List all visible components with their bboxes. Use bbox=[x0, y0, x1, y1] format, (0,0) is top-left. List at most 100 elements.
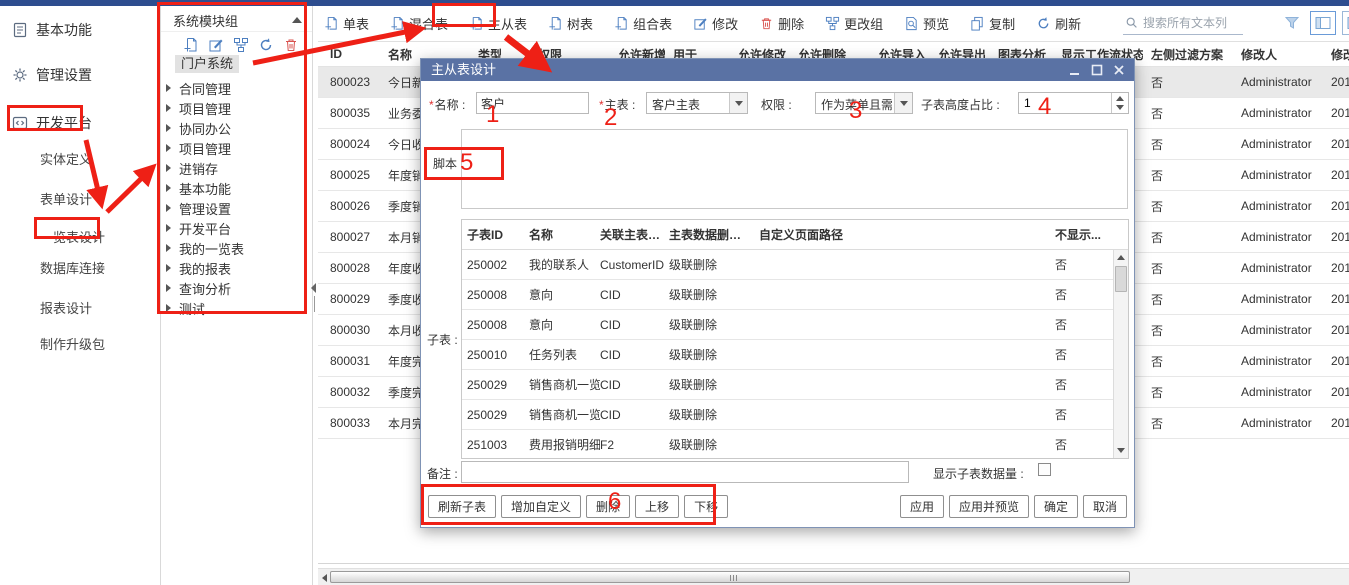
mixed-table-button[interactable]: 混合表 bbox=[390, 14, 448, 33]
delete-button[interactable]: 删除 bbox=[759, 14, 804, 33]
search-input[interactable] bbox=[1143, 13, 1241, 33]
subtable-column-header[interactable]: 子表ID bbox=[467, 226, 529, 243]
caret-right-icon[interactable] bbox=[166, 224, 171, 232]
subtable-column-header[interactable]: 主表数据删除时子表... bbox=[669, 226, 759, 243]
tree-item[interactable]: 开发平台 bbox=[161, 218, 312, 238]
move-down-button[interactable]: 下移 bbox=[684, 495, 728, 518]
caret-right-icon[interactable] bbox=[166, 264, 171, 272]
subtable-row[interactable]: 250002 我的联系人 CustomerID 级联删除 否 bbox=[462, 250, 1128, 280]
add-custom-button[interactable]: 增加自定义 bbox=[501, 495, 581, 518]
caret-right-icon[interactable] bbox=[166, 284, 171, 292]
caret-right-icon[interactable] bbox=[166, 304, 171, 312]
column-header[interactable]: 左侧过滤方案 bbox=[1143, 46, 1233, 63]
refresh-tree-icon[interactable] bbox=[258, 37, 274, 53]
sidebar-item-list-table-design[interactable]: 一览表设计 bbox=[40, 228, 105, 248]
caret-right-icon[interactable] bbox=[166, 104, 171, 112]
copy-button[interactable]: 复制 bbox=[970, 14, 1015, 33]
sidebar-item-dev-platform[interactable]: 开发平台 bbox=[0, 111, 160, 135]
chevron-down-icon[interactable] bbox=[894, 93, 912, 113]
single-table-button[interactable]: 单表 bbox=[324, 14, 369, 33]
sidebar-item-basic-functions[interactable]: 基本功能 bbox=[0, 18, 160, 42]
horizontal-scrollbar[interactable] bbox=[318, 568, 1349, 585]
subtable-row[interactable]: 250008 意向 CID 级联删除 否 bbox=[462, 310, 1128, 340]
combo-table-button[interactable]: 组合表 bbox=[614, 14, 672, 33]
maximize-icon[interactable] bbox=[1090, 63, 1104, 77]
caret-right-icon[interactable] bbox=[166, 124, 171, 132]
column-header[interactable]: 修改 bbox=[1323, 46, 1349, 63]
modify-button[interactable]: 修改 bbox=[693, 14, 738, 33]
show-subtable-count-checkbox[interactable] bbox=[1038, 463, 1051, 476]
column-layout-button-partial[interactable] bbox=[1342, 11, 1349, 35]
move-up-button[interactable]: 上移 bbox=[635, 495, 679, 518]
delete-group-icon[interactable] bbox=[283, 37, 299, 53]
caret-right-icon[interactable] bbox=[166, 184, 171, 192]
caret-right-icon[interactable] bbox=[166, 164, 171, 172]
tree-item[interactable]: 管理设置 bbox=[161, 198, 312, 218]
subtable-row[interactable]: 251003 费用报销明细 F2 级联删除 否 bbox=[462, 430, 1128, 459]
subtable-row[interactable]: 250029 销售商机一览表 CID 级联删除 否 bbox=[462, 400, 1128, 430]
subtable-column-header[interactable]: 关联主表字段 bbox=[600, 226, 669, 243]
tree-item[interactable]: 基本功能 bbox=[161, 178, 312, 198]
add-group-icon[interactable] bbox=[183, 37, 199, 53]
tree-item[interactable]: 测试 bbox=[161, 298, 312, 318]
vertical-scrollbar[interactable] bbox=[1113, 250, 1128, 458]
spin-down-icon[interactable] bbox=[1116, 105, 1124, 110]
sidebar-item-database-connection[interactable]: 数据库连接 bbox=[40, 259, 105, 279]
sidebar-item-entity-definition[interactable]: 实体定义 bbox=[40, 150, 92, 170]
subtable-column-header[interactable]: 不显示... bbox=[1055, 226, 1115, 243]
subtable-row[interactable]: 250029 销售商机一览表 CID 级联删除 否 bbox=[462, 370, 1128, 400]
scroll-down-icon[interactable] bbox=[1117, 448, 1125, 453]
apply-preview-button[interactable]: 应用并预览 bbox=[949, 495, 1029, 518]
tree-item[interactable]: 协同办公 bbox=[161, 118, 312, 138]
preview-button[interactable]: 预览 bbox=[904, 14, 949, 33]
tree-item[interactable]: 合同管理 bbox=[161, 78, 312, 98]
tree-item[interactable]: 进销存 bbox=[161, 158, 312, 178]
scroll-up-icon[interactable] bbox=[1117, 255, 1125, 260]
subtable-row[interactable]: 250010 任务列表 CID 级联删除 否 bbox=[462, 340, 1128, 370]
subtable-column-header[interactable]: 自定义页面路径 bbox=[759, 226, 1055, 243]
name-field[interactable] bbox=[476, 92, 589, 114]
move-group-icon[interactable] bbox=[233, 37, 249, 53]
column-header[interactable]: ID bbox=[322, 47, 380, 61]
tree-item[interactable]: 查询分析 bbox=[161, 278, 312, 298]
tree-item[interactable]: 项目管理 bbox=[161, 98, 312, 118]
permission-select[interactable]: 作为菜单且需要... bbox=[815, 92, 913, 114]
column-header[interactable]: 修改人 bbox=[1233, 46, 1323, 63]
change-group-button[interactable]: 更改组 bbox=[825, 14, 883, 33]
refresh-button[interactable]: 刷新 bbox=[1036, 14, 1081, 33]
sidebar-item-upgrade-package[interactable]: 制作升级包 bbox=[40, 335, 105, 355]
scroll-left-icon[interactable] bbox=[322, 574, 327, 582]
tree-item[interactable]: 项目管理 bbox=[161, 138, 312, 158]
horizontal-scrollbar-thumb[interactable] bbox=[330, 571, 1130, 583]
collapse-up-icon[interactable] bbox=[292, 17, 302, 23]
vertical-scrollbar-thumb[interactable] bbox=[1115, 266, 1127, 292]
minimize-icon[interactable] bbox=[1068, 63, 1082, 77]
column-layout-button[interactable] bbox=[1310, 11, 1336, 35]
filter-icon[interactable] bbox=[1284, 15, 1300, 31]
tree-item-root-selected[interactable]: 门户系统 bbox=[175, 55, 239, 73]
delete-subtable-button[interactable]: 删除 bbox=[586, 495, 630, 518]
height-ratio-input[interactable] bbox=[1019, 93, 1111, 113]
tree-item[interactable]: 我的一览表 bbox=[161, 238, 312, 258]
caret-right-icon[interactable] bbox=[166, 144, 171, 152]
close-icon[interactable] bbox=[1112, 63, 1126, 77]
dialog-titlebar[interactable]: 主从表设计 bbox=[421, 59, 1134, 81]
chevron-down-icon[interactable] bbox=[729, 93, 747, 113]
ok-button[interactable]: 确定 bbox=[1034, 495, 1078, 518]
subtable-column-header[interactable]: 名称 bbox=[529, 226, 600, 243]
script-textarea[interactable] bbox=[461, 129, 1128, 209]
tree-item[interactable]: 我的报表 bbox=[161, 258, 312, 278]
master-detail-table-button[interactable]: 主从表 bbox=[469, 14, 527, 33]
refresh-subtable-button[interactable]: 刷新子表 bbox=[428, 495, 496, 518]
spin-up-icon[interactable] bbox=[1116, 96, 1124, 101]
sidebar-item-admin-settings[interactable]: 管理设置 bbox=[0, 63, 160, 87]
subtable-row[interactable]: 250008 意向 CID 级联删除 否 bbox=[462, 280, 1128, 310]
caret-right-icon[interactable] bbox=[166, 84, 171, 92]
edit-group-icon[interactable] bbox=[208, 37, 224, 53]
cancel-button[interactable]: 取消 bbox=[1083, 495, 1127, 518]
caret-right-icon[interactable] bbox=[166, 244, 171, 252]
sidebar-item-form-design[interactable]: 表单设计 bbox=[40, 190, 92, 210]
apply-button[interactable]: 应用 bbox=[900, 495, 944, 518]
sidebar-item-report-design[interactable]: 报表设计 bbox=[40, 299, 92, 319]
master-table-select[interactable]: 客户主表 bbox=[646, 92, 748, 114]
